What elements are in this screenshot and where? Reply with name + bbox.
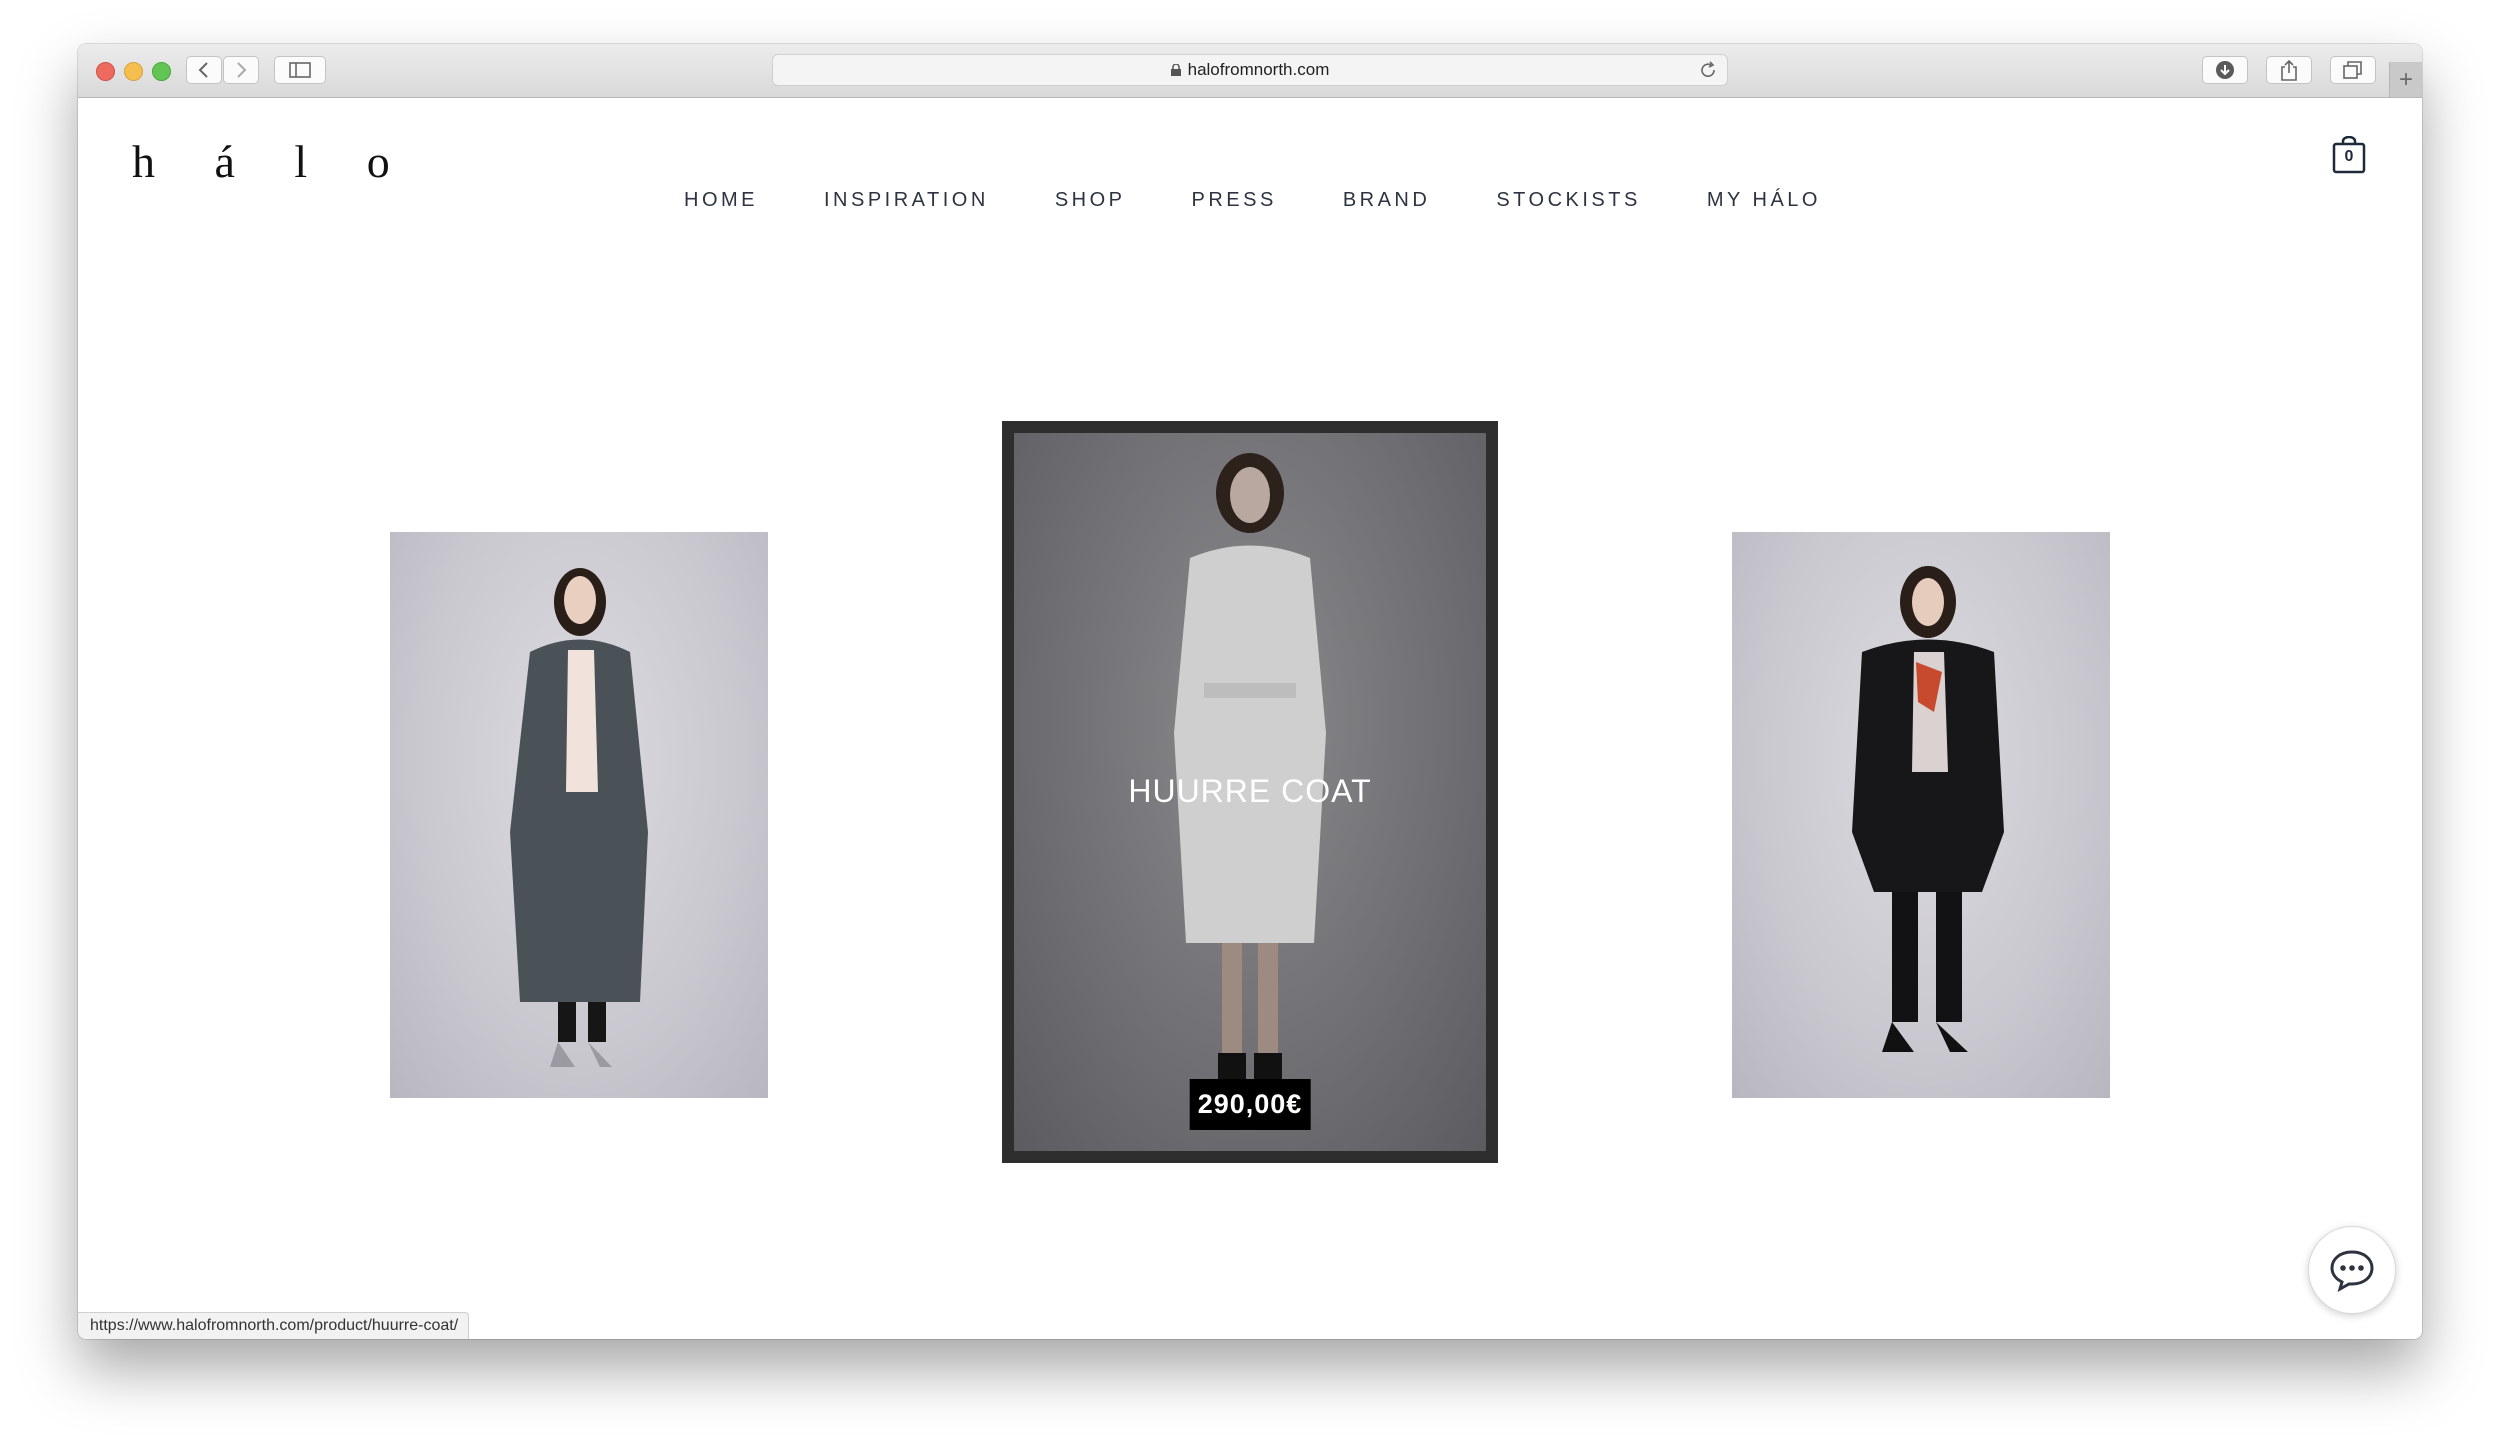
browser-toolbar: halofromnorth.com + [78,44,2422,98]
forward-icon [237,62,247,78]
nav-my-halo[interactable]: MY HÁLO [1707,189,1821,212]
address-text: halofromnorth.com [1187,60,1330,79]
downloads-button[interactable] [2202,56,2248,84]
share-button[interactable] [2266,56,2312,84]
lock-icon [1170,64,1181,76]
reload-icon[interactable] [1699,61,1717,79]
download-icon [2216,61,2234,79]
chat-icon [2330,1250,2374,1292]
nav-stockists[interactable]: STOCKISTS [1496,189,1641,212]
status-url: https://www.halofromnorth.com/product/hu… [90,1317,459,1334]
cart-button[interactable]: 0 [2332,136,2366,174]
browser-window: halofromnorth.com + h á l o HOME INSPIRA… [78,44,2422,1339]
product-image-black-coat[interactable] [1732,532,2110,1098]
product-price: 290,00€ [1189,1079,1311,1130]
address-bar[interactable]: halofromnorth.com [772,54,1728,86]
site-header: h á l o HOME INSPIRATION SHOP PRESS BRAN… [78,97,2422,211]
back-icon [198,62,208,78]
nav-brand[interactable]: BRAND [1343,189,1431,212]
close-window-button[interactable] [96,62,115,81]
tabs-overview-button[interactable] [2330,56,2376,84]
cart-count: 0 [2344,148,2354,165]
halo-logo[interactable]: h á l o [132,135,414,188]
tabs-icon [2343,61,2362,79]
sidebar-icon [289,62,311,78]
model-gray-coat-figure [510,568,648,1067]
back-button[interactable] [186,56,222,84]
product-image-gray-coat[interactable] [390,532,768,1098]
status-bar-link-preview: https://www.halofromnorth.com/product/hu… [78,1312,470,1339]
product-card-huurre-coat[interactable]: HUURRE COAT 290,00€ [1002,421,1498,1163]
nav-shop[interactable]: SHOP [1055,189,1126,212]
chat-button[interactable] [2308,1226,2396,1314]
forward-button[interactable] [223,56,259,84]
nav-inspiration[interactable]: INSPIRATION [824,189,989,212]
new-tab-button[interactable]: + [2389,62,2422,97]
sidebar-button[interactable] [274,56,326,84]
main-nav: HOME INSPIRATION SHOP PRESS BRAND STOCKI… [684,189,1887,212]
nav-home[interactable]: HOME [684,189,758,212]
zoom-window-button[interactable] [152,62,171,81]
product-title[interactable]: HUURRE COAT [1002,773,1498,810]
nav-press[interactable]: PRESS [1192,189,1277,212]
minimize-window-button[interactable] [124,62,143,81]
share-icon [2281,59,2297,81]
model-black-coat-figure [1852,566,2004,1052]
new-tab-icon: + [2398,65,2413,93]
